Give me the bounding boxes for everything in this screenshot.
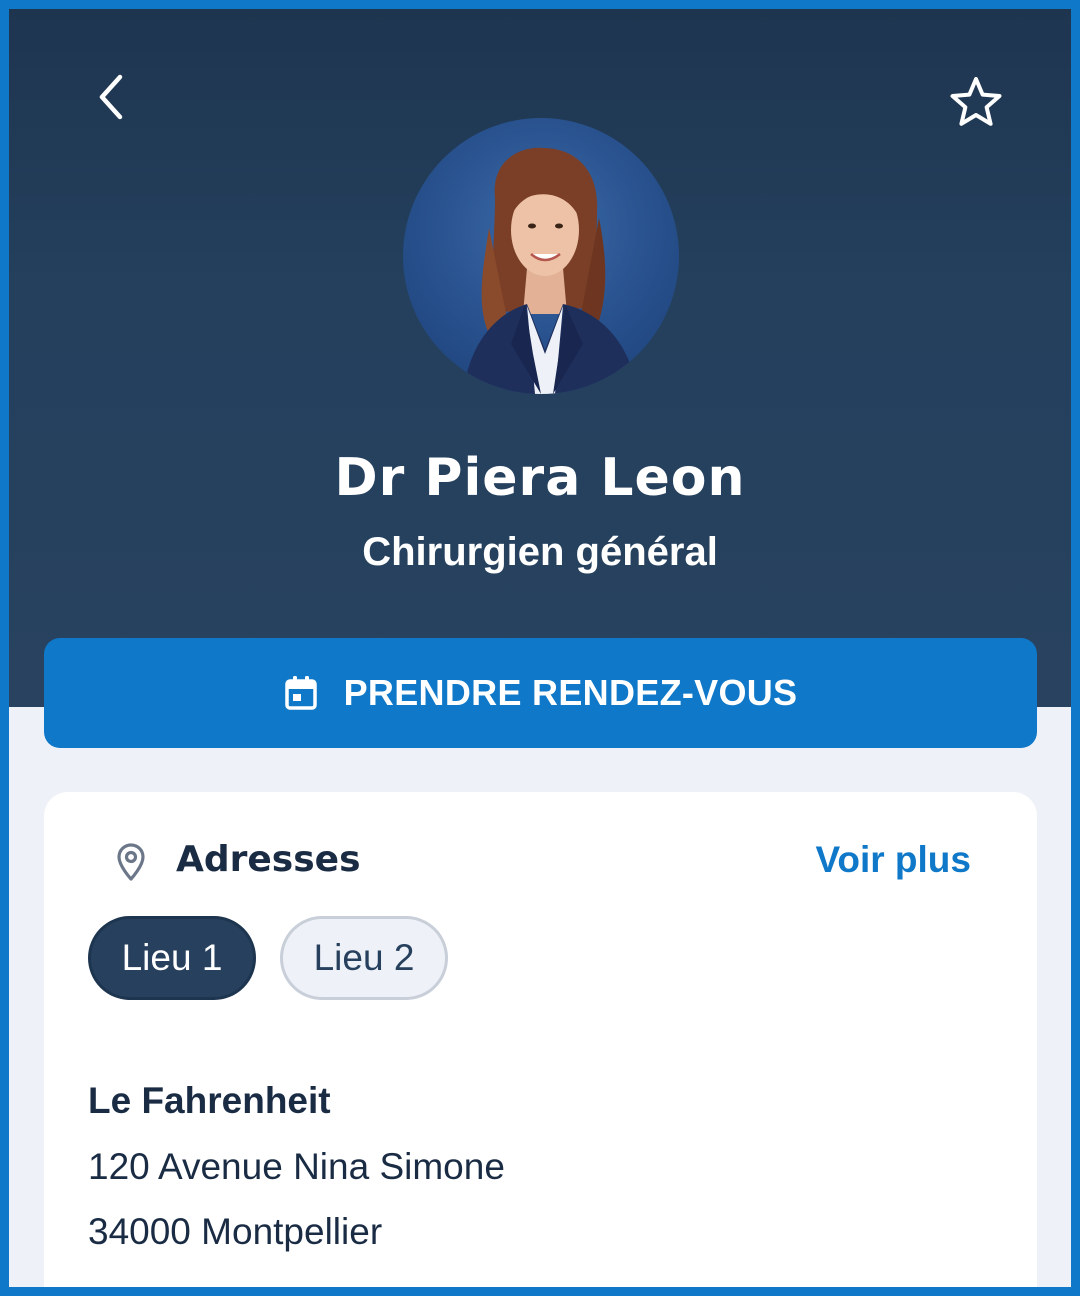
doctor-specialty: Chirurgien général: [362, 530, 718, 574]
back-button[interactable]: [85, 71, 137, 123]
location-tab-1[interactable]: Lieu 1: [88, 916, 256, 1000]
star-outline-icon: [950, 77, 1002, 126]
doctor-avatar: [403, 118, 679, 394]
app-screen: Dr Piera Leon Chirurgien général PRENDRE…: [0, 0, 1080, 1296]
addresses-header: Adresses Voir plus: [44, 832, 1037, 890]
book-appointment-label: PRENDRE RENDEZ-VOUS: [343, 672, 798, 713]
doctor-header: Dr Piera Leon Chirurgien général: [9, 9, 1071, 707]
location-name: Le Fahrenheit: [88, 1080, 331, 1121]
doctor-name: Dr Piera Leon: [334, 448, 746, 508]
book-appointment-button[interactable]: PRENDRE RENDEZ-VOUS: [44, 638, 1037, 748]
calendar-icon: [284, 675, 318, 711]
addresses-title: Adresses: [176, 839, 361, 880]
location-tab-2[interactable]: Lieu 2: [280, 916, 448, 1000]
favorite-button[interactable]: [945, 71, 1007, 133]
location-pin-icon: [114, 842, 148, 882]
location-street: 120 Avenue Nina Simone: [88, 1146, 505, 1187]
doctor-portrait: [463, 147, 639, 394]
location-city: 34000 Montpellier: [88, 1211, 383, 1252]
location-tabs: Lieu 1 Lieu 2: [88, 916, 472, 1000]
chevron-left-icon: [99, 74, 123, 120]
addresses-card: Adresses Voir plus Lieu 1 Lieu 2 Le Fahr…: [44, 792, 1037, 1287]
see-more-link[interactable]: Voir plus: [815, 837, 971, 883]
